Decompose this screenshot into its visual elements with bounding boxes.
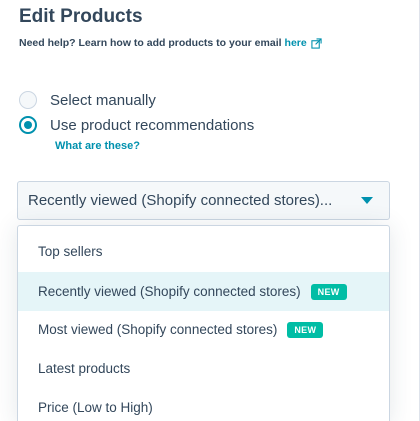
page-title: Edit Products bbox=[19, 6, 143, 27]
dropdown-option-most-viewed[interactable]: Most viewed (Shopify connected stores) N… bbox=[18, 310, 389, 349]
dropdown-option-latest-products[interactable]: Latest products bbox=[18, 349, 389, 388]
new-badge: NEW bbox=[287, 321, 324, 338]
recommendation-type-select[interactable]: Recently viewed (Shopify connected store… bbox=[17, 181, 390, 220]
select-value: Recently viewed (Shopify connected store… bbox=[28, 192, 333, 209]
option-label: Most viewed (Shopify connected stores) bbox=[38, 322, 278, 337]
help-text: Need help? Learn how to add products to … bbox=[19, 37, 322, 49]
option-label: Top sellers bbox=[38, 244, 103, 259]
radio-label-manual: Select manually bbox=[50, 91, 156, 109]
radio-label-recommendations: Use product recommendations bbox=[50, 116, 255, 134]
radio-use-recommendations[interactable]: Use product recommendations bbox=[19, 116, 254, 134]
radio-select-manually[interactable]: Select manually bbox=[19, 91, 156, 109]
dropdown-option-top-sellers[interactable]: Top sellers bbox=[18, 232, 389, 271]
recommendation-dropdown-menu: Top sellers Recently viewed (Shopify con… bbox=[17, 225, 390, 421]
radio-button-manual[interactable] bbox=[19, 91, 37, 109]
new-badge: NEW bbox=[310, 283, 347, 300]
what-are-these-link[interactable]: What are these? bbox=[55, 140, 140, 152]
edit-products-panel: Edit Products Need help? Learn how to ad… bbox=[0, 0, 420, 421]
help-text-label: Need help? Learn how to add products to … bbox=[19, 37, 282, 49]
dropdown-option-price-low-high[interactable]: Price (Low to High) bbox=[18, 388, 389, 421]
option-label: Price (Low to High) bbox=[38, 400, 153, 415]
dropdown-option-recently-viewed[interactable]: Recently viewed (Shopify connected store… bbox=[18, 272, 389, 311]
radio-button-recommendations[interactable] bbox=[19, 116, 37, 134]
option-label: Recently viewed (Shopify connected store… bbox=[38, 284, 301, 299]
help-link[interactable]: here bbox=[285, 37, 307, 49]
external-link-icon[interactable] bbox=[311, 37, 322, 49]
option-label: Latest products bbox=[38, 361, 131, 376]
chevron-down-icon[interactable] bbox=[361, 197, 373, 204]
